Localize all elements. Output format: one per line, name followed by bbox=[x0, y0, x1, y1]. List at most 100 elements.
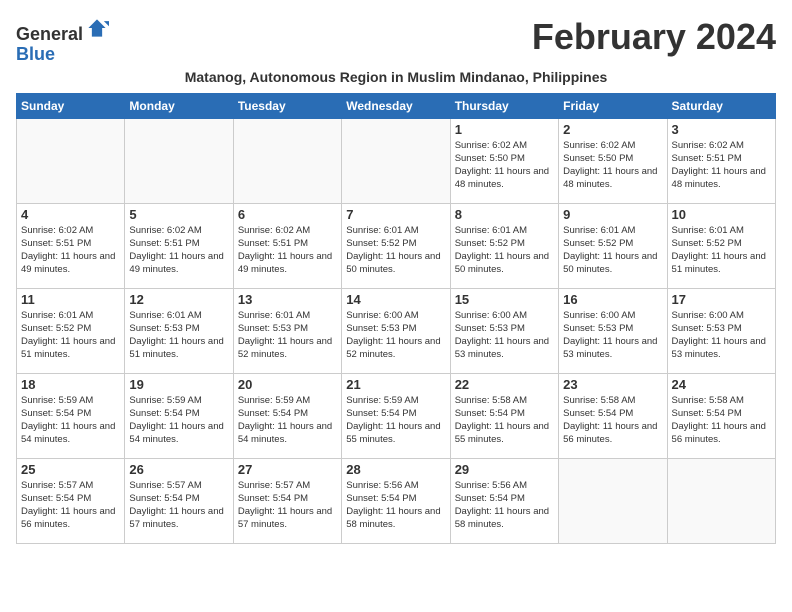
day-info: Sunrise: 6:02 AMSunset: 5:51 PMDaylight:… bbox=[672, 139, 771, 192]
day-number: 18 bbox=[21, 377, 120, 392]
calendar-day-cell: 1 Sunrise: 6:02 AMSunset: 5:50 PMDaylight… bbox=[450, 118, 558, 203]
calendar-day-cell bbox=[125, 118, 233, 203]
calendar-subtitle: Matanog, Autonomous Region in Muslim Min… bbox=[16, 69, 776, 85]
day-info: Sunrise: 5:59 AMSunset: 5:54 PMDaylight:… bbox=[21, 394, 120, 447]
day-number: 23 bbox=[563, 377, 662, 392]
calendar-day-cell: 22 Sunrise: 5:58 AMSunset: 5:54 PMDayligh… bbox=[450, 373, 558, 458]
day-number: 3 bbox=[672, 122, 771, 137]
day-info: Sunrise: 6:01 AMSunset: 5:52 PMDaylight:… bbox=[672, 224, 771, 277]
calendar-day-cell: 17 Sunrise: 6:00 AMSunset: 5:53 PMDayligh… bbox=[667, 288, 775, 373]
calendar-day-cell: 15 Sunrise: 6:00 AMSunset: 5:53 PMDayligh… bbox=[450, 288, 558, 373]
calendar-day-cell: 12Sunrise: 6:01 AMSunset: 5:53 PMDayligh… bbox=[125, 288, 233, 373]
day-info: Sunrise: 6:01 AMSunset: 5:52 PMDaylight:… bbox=[346, 224, 445, 277]
day-number: 10 bbox=[672, 207, 771, 222]
calendar-week-row: 25 Sunrise: 5:57 AMSunset: 5:54 PMDayligh… bbox=[17, 458, 776, 543]
day-info: Sunrise: 5:56 AMSunset: 5:54 PMDaylight:… bbox=[346, 479, 445, 532]
day-number: 8 bbox=[455, 207, 554, 222]
day-number: 24 bbox=[672, 377, 771, 392]
logo: General Blue bbox=[16, 16, 109, 65]
calendar-day-cell: 9 Sunrise: 6:01 AMSunset: 5:52 PMDaylight… bbox=[559, 203, 667, 288]
day-number: 9 bbox=[563, 207, 662, 222]
day-number: 14 bbox=[346, 292, 445, 307]
calendar-day-cell: 16Sunrise: 6:00 AMSunset: 5:53 PMDayligh… bbox=[559, 288, 667, 373]
calendar-day-cell bbox=[342, 118, 450, 203]
calendar-day-cell: 2 Sunrise: 6:02 AMSunset: 5:50 PMDaylight… bbox=[559, 118, 667, 203]
day-number: 28 bbox=[346, 462, 445, 477]
day-info: Sunrise: 5:59 AMSunset: 5:54 PMDaylight:… bbox=[346, 394, 445, 447]
day-number: 13 bbox=[238, 292, 337, 307]
calendar-day-cell: 13 Sunrise: 6:01 AMSunset: 5:53 PMDayligh… bbox=[233, 288, 341, 373]
day-info: Sunrise: 6:02 AMSunset: 5:50 PMDaylight:… bbox=[455, 139, 554, 192]
day-number: 21 bbox=[346, 377, 445, 392]
calendar-day-cell: 11 Sunrise: 6:01 AMSunset: 5:52 PMDayligh… bbox=[17, 288, 125, 373]
day-number: 6 bbox=[238, 207, 337, 222]
logo-blue-text: Blue bbox=[16, 44, 55, 64]
day-info: Sunrise: 5:57 AMSunset: 5:54 PMDaylight:… bbox=[129, 479, 228, 532]
day-number: 5 bbox=[129, 207, 228, 222]
calendar-week-row: 1 Sunrise: 6:02 AMSunset: 5:50 PMDaylight… bbox=[17, 118, 776, 203]
day-number: 20 bbox=[238, 377, 337, 392]
calendar-day-cell: 7 Sunrise: 6:01 AMSunset: 5:52 PMDaylight… bbox=[342, 203, 450, 288]
calendar-day-cell: 25 Sunrise: 5:57 AMSunset: 5:54 PMDayligh… bbox=[17, 458, 125, 543]
day-info: Sunrise: 6:01 AMSunset: 5:52 PMDaylight:… bbox=[455, 224, 554, 277]
day-number: 2 bbox=[563, 122, 662, 137]
logo-general-text: General bbox=[16, 24, 83, 44]
day-info: Sunrise: 6:02 AMSunset: 5:51 PMDaylight:… bbox=[21, 224, 120, 277]
day-info: Sunrise: 5:58 AMSunset: 5:54 PMDaylight:… bbox=[563, 394, 662, 447]
calendar-day-cell: 4 Sunrise: 6:02 AMSunset: 5:51 PMDaylight… bbox=[17, 203, 125, 288]
calendar-header-sunday: Sunday bbox=[17, 93, 125, 118]
day-number: 17 bbox=[672, 292, 771, 307]
calendar-day-cell: 21 Sunrise: 5:59 AMSunset: 5:54 PMDayligh… bbox=[342, 373, 450, 458]
calendar-week-row: 18 Sunrise: 5:59 AMSunset: 5:54 PMDayligh… bbox=[17, 373, 776, 458]
day-info: Sunrise: 6:00 AMSunset: 5:53 PMDaylight:… bbox=[563, 309, 662, 362]
day-info: Sunrise: 6:02 AMSunset: 5:50 PMDaylight:… bbox=[563, 139, 662, 192]
calendar-day-cell bbox=[559, 458, 667, 543]
day-number: 25 bbox=[21, 462, 120, 477]
calendar-header-tuesday: Tuesday bbox=[233, 93, 341, 118]
day-number: 22 bbox=[455, 377, 554, 392]
calendar-day-cell: 23 Sunrise: 5:58 AMSunset: 5:54 PMDayligh… bbox=[559, 373, 667, 458]
calendar-day-cell bbox=[233, 118, 341, 203]
calendar-day-cell bbox=[17, 118, 125, 203]
day-info: Sunrise: 6:02 AMSunset: 5:51 PMDaylight:… bbox=[238, 224, 337, 277]
calendar-week-row: 11 Sunrise: 6:01 AMSunset: 5:52 PMDayligh… bbox=[17, 288, 776, 373]
day-number: 29 bbox=[455, 462, 554, 477]
calendar-header-wednesday: Wednesday bbox=[342, 93, 450, 118]
calendar-day-cell: 28 Sunrise: 5:56 AMSunset: 5:54 PMDayligh… bbox=[342, 458, 450, 543]
calendar-day-cell: 26 Sunrise: 5:57 AMSunset: 5:54 PMDayligh… bbox=[125, 458, 233, 543]
calendar-header-row: SundayMondayTuesdayWednesdayThursdayFrid… bbox=[17, 93, 776, 118]
day-info: Sunrise: 6:01 AMSunset: 5:53 PMDaylight:… bbox=[238, 309, 337, 362]
day-info: Sunrise: 5:59 AMSunset: 5:54 PMDaylight:… bbox=[129, 394, 228, 447]
day-info: Sunrise: 6:01 AMSunset: 5:52 PMDaylight:… bbox=[21, 309, 120, 362]
day-info: Sunrise: 6:02 AMSunset: 5:51 PMDaylight:… bbox=[129, 224, 228, 277]
day-number: 7 bbox=[346, 207, 445, 222]
calendar-week-row: 4 Sunrise: 6:02 AMSunset: 5:51 PMDaylight… bbox=[17, 203, 776, 288]
day-number: 27 bbox=[238, 462, 337, 477]
calendar-day-cell: 6 Sunrise: 6:02 AMSunset: 5:51 PMDaylight… bbox=[233, 203, 341, 288]
calendar-day-cell: 10 Sunrise: 6:01 AMSunset: 5:52 PMDayligh… bbox=[667, 203, 775, 288]
day-info: Sunrise: 5:59 AMSunset: 5:54 PMDaylight:… bbox=[238, 394, 337, 447]
day-number: 1 bbox=[455, 122, 554, 137]
day-info: Sunrise: 6:01 AMSunset: 5:52 PMDaylight:… bbox=[563, 224, 662, 277]
day-info: Sunrise: 6:00 AMSunset: 5:53 PMDaylight:… bbox=[455, 309, 554, 362]
calendar-header-monday: Monday bbox=[125, 93, 233, 118]
day-number: 4 bbox=[21, 207, 120, 222]
calendar-header-friday: Friday bbox=[559, 93, 667, 118]
calendar-day-cell: 19 Sunrise: 5:59 AMSunset: 5:54 PMDayligh… bbox=[125, 373, 233, 458]
day-number: 15 bbox=[455, 292, 554, 307]
day-info: Sunrise: 6:00 AMSunset: 5:53 PMDaylight:… bbox=[672, 309, 771, 362]
day-number: 19 bbox=[129, 377, 228, 392]
day-info: Sunrise: 5:58 AMSunset: 5:54 PMDaylight:… bbox=[672, 394, 771, 447]
day-number: 26 bbox=[129, 462, 228, 477]
calendar-day-cell: 18 Sunrise: 5:59 AMSunset: 5:54 PMDayligh… bbox=[17, 373, 125, 458]
day-info: Sunrise: 6:00 AMSunset: 5:53 PMDaylight:… bbox=[346, 309, 445, 362]
calendar-day-cell: 27Sunrise: 5:57 AMSunset: 5:54 PMDayligh… bbox=[233, 458, 341, 543]
calendar-day-cell: 20 Sunrise: 5:59 AMSunset: 5:54 PMDayligh… bbox=[233, 373, 341, 458]
calendar-table: SundayMondayTuesdayWednesdayThursdayFrid… bbox=[16, 93, 776, 544]
day-info: Sunrise: 5:57 AMSunset: 5:54 PMDaylight:… bbox=[21, 479, 120, 532]
day-info: Sunrise: 5:58 AMSunset: 5:54 PMDaylight:… bbox=[455, 394, 554, 447]
day-info: Sunrise: 5:56 AMSunset: 5:54 PMDaylight:… bbox=[455, 479, 554, 532]
calendar-day-cell: 14 Sunrise: 6:00 AMSunset: 5:53 PMDayligh… bbox=[342, 288, 450, 373]
calendar-header-thursday: Thursday bbox=[450, 93, 558, 118]
day-number: 11 bbox=[21, 292, 120, 307]
